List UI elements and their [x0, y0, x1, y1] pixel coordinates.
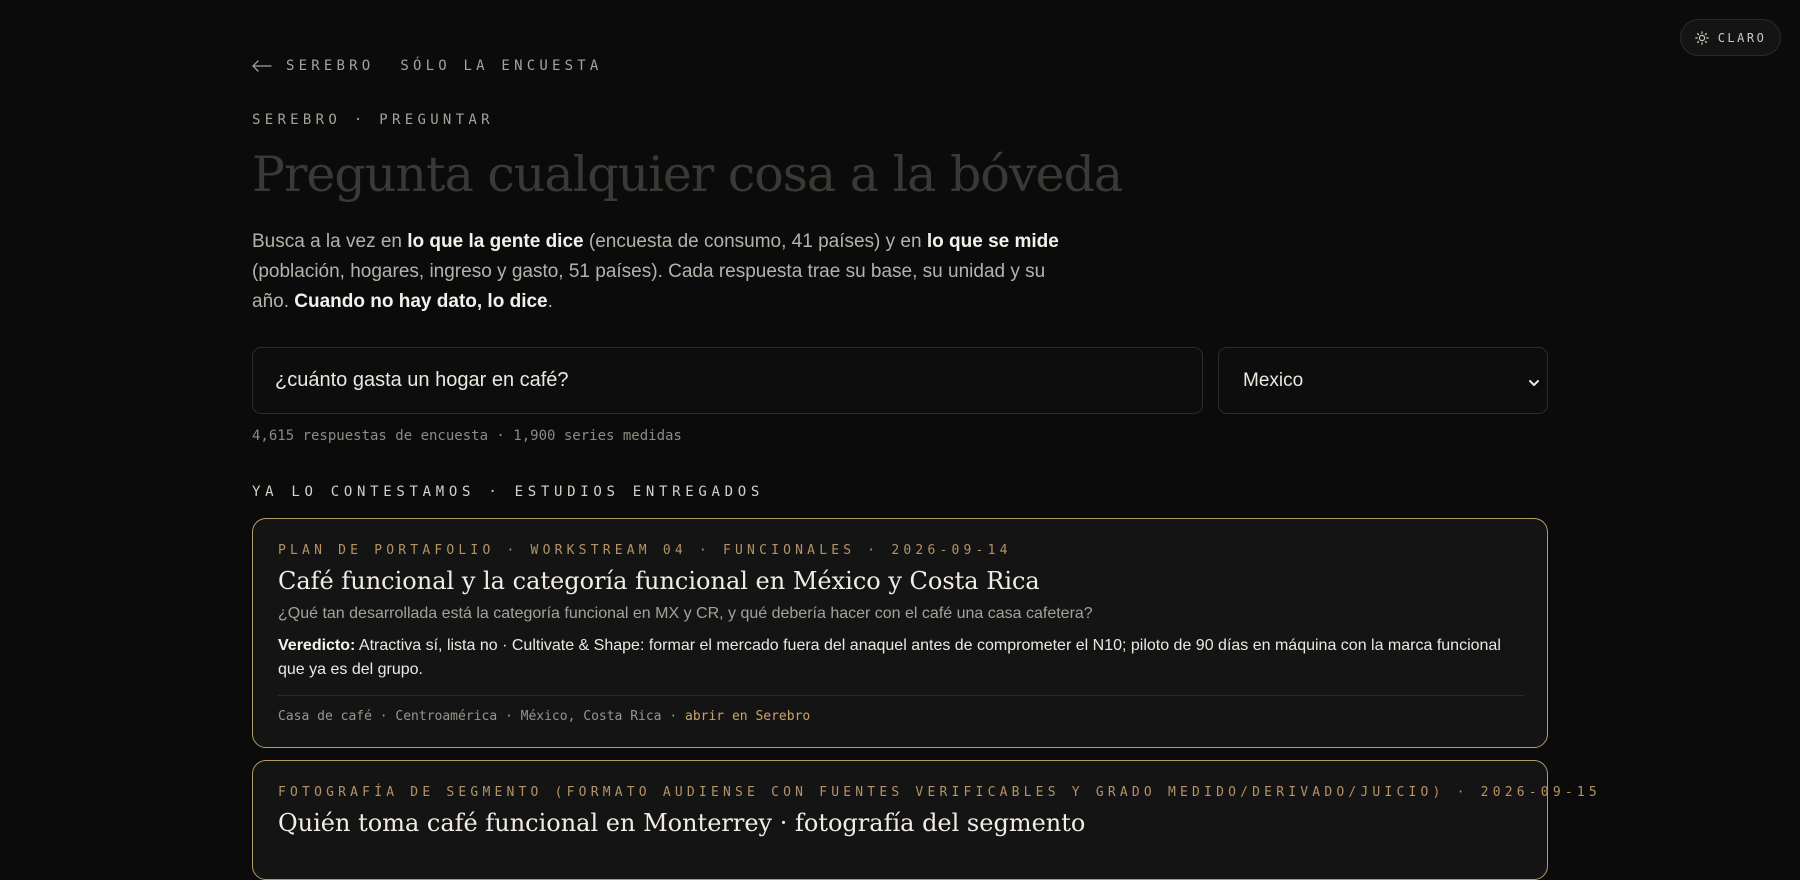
intro-text-4: . — [547, 291, 553, 312]
study-title: Café funcional y la categoría funcional … — [278, 567, 1040, 595]
verdict-label: Veredicto: — [278, 637, 356, 654]
arrow-left-icon — [252, 60, 272, 72]
chevron-down-icon — [1527, 374, 1541, 388]
country-select[interactable]: Mexico — [1218, 347, 1548, 414]
section-heading: YA LO CONTESTAMOS · ESTUDIOS ENTREGADOS — [252, 484, 765, 500]
search-input-value: ¿cuánto gasta un hogar en café? — [275, 369, 569, 391]
back-link[interactable]: SEREBRO — [252, 58, 374, 74]
study-footer: Casa de café · Centroamérica · México, C… — [278, 709, 810, 724]
intro-emphasis-2: lo que se mide — [926, 231, 1059, 252]
country-select-value: Mexico — [1243, 369, 1304, 391]
page-title: Pregunta cualquier cosa a la bóveda — [252, 146, 1123, 203]
study-footer-text: Casa de café · Centroamérica · México, C… — [278, 709, 685, 724]
study-card[interactable]: PLAN DE PORTAFOLIO · WORKSTREAM 04 · FUN… — [252, 518, 1548, 748]
verdict-text: Atractiva sí, lista no · Cultivate & Sha… — [278, 637, 1501, 678]
intro-text-1: Busca a la vez en — [252, 231, 408, 252]
sun-icon — [1694, 30, 1709, 45]
top-navigation: SEREBRO SÓLO LA ENCUESTA — [252, 58, 602, 74]
search-input[interactable]: ¿cuánto gasta un hogar en café? — [252, 347, 1203, 414]
study-question: ¿Qué tan desarrollada está la categoría … — [278, 605, 1093, 622]
intro-emphasis-1: lo que la gente dice — [407, 231, 584, 252]
back-link-label: SEREBRO — [286, 58, 375, 74]
survey-only-link[interactable]: SÓLO LA ENCUESTA — [400, 58, 602, 74]
intro-paragraph: Busca a la vez en lo que la gente dice (… — [252, 227, 1082, 317]
card-divider — [278, 695, 1524, 696]
page-eyebrow: SEREBRO · PREGUNTAR — [252, 112, 494, 128]
intro-emphasis-3: Cuando no hay dato, lo dice — [294, 291, 548, 312]
dataset-counts: 4,615 respuestas de encuesta · 1,900 ser… — [252, 428, 682, 444]
study-meta: FOTOGRAFÍA DE SEGMENTO (FORMATO AUDIENSE… — [278, 785, 1601, 800]
open-in-serebro-link[interactable]: abrir en Serebro — [685, 709, 810, 724]
search-row: ¿cuánto gasta un hogar en café? Mexico — [252, 347, 1548, 414]
intro-text-2: (encuesta de consumo, 41 países) y en — [583, 231, 927, 252]
study-card[interactable]: FOTOGRAFÍA DE SEGMENTO (FORMATO AUDIENSE… — [252, 760, 1597, 880]
study-title: Quién toma café funcional en Monterrey ·… — [278, 809, 1086, 837]
study-verdict: Veredicto: Atractiva sí, lista no · Cult… — [278, 634, 1524, 682]
study-meta: PLAN DE PORTAFOLIO · WORKSTREAM 04 · FUN… — [278, 543, 1012, 558]
theme-toggle-label: CLARO — [1717, 30, 1767, 45]
theme-toggle-button[interactable]: CLARO — [1680, 19, 1781, 56]
